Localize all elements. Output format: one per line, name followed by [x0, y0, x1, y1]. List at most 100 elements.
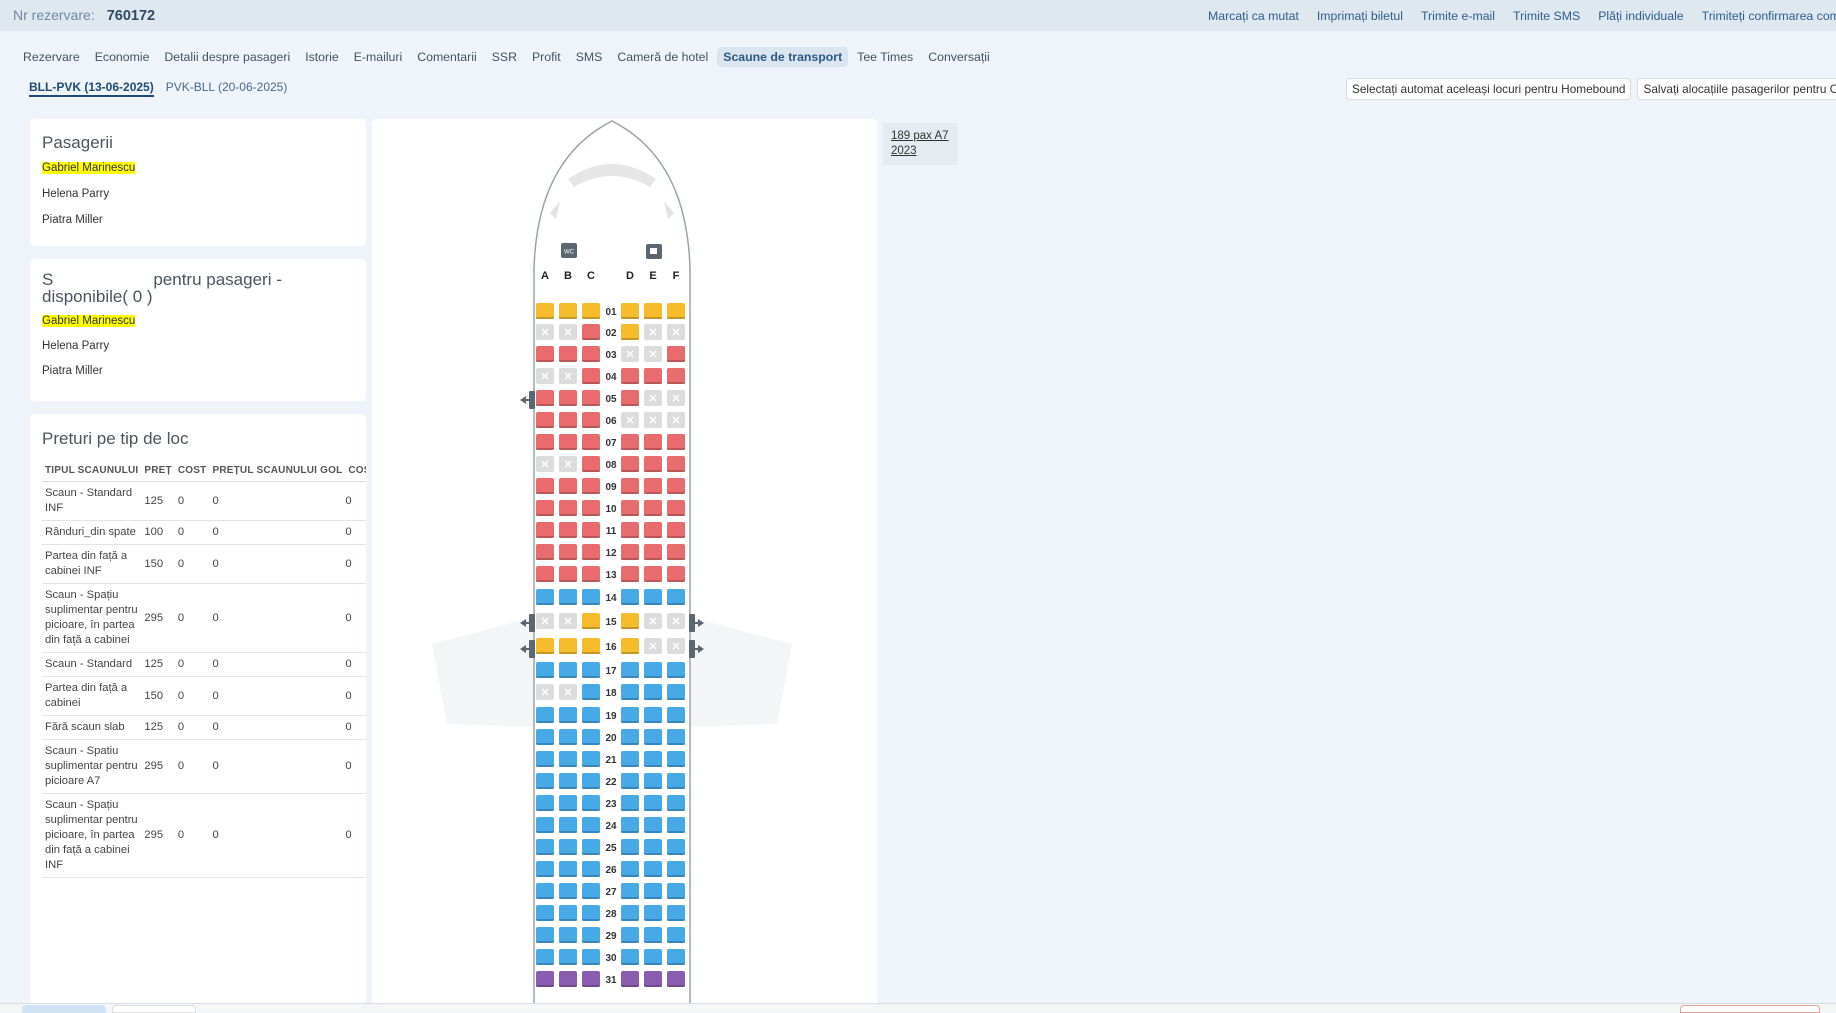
price-row: Scaun - Standard 125 0 0 0 — [42, 652, 366, 677]
row-number: 02 — [605, 328, 617, 339]
seat-back — [667, 558, 685, 560]
seat-back — [621, 919, 639, 921]
seat — [582, 795, 600, 811]
seat-back — [582, 603, 600, 605]
tab-item[interactable]: Tee Times — [851, 47, 919, 67]
top-link[interactable]: Trimiteți confirmarea comenzii — [1702, 9, 1836, 23]
tab-item[interactable]: E-mailuri — [348, 47, 409, 67]
seat — [667, 684, 685, 700]
seat-back — [559, 404, 577, 406]
tab-item[interactable]: Detalii despre pasageri — [158, 47, 296, 67]
tab-item[interactable]: Scaune de transport — [717, 47, 849, 67]
save-allocations-button[interactable]: Salvați alocațiile pasagerilor pentru Ou… — [1637, 78, 1836, 100]
seat — [667, 861, 685, 877]
seat-back — [582, 558, 600, 560]
row-number: 11 — [606, 526, 617, 537]
tab-item[interactable]: SMS — [570, 47, 609, 67]
seat — [667, 971, 685, 987]
seat-back — [667, 470, 685, 472]
seat — [582, 684, 600, 700]
auto-select-button[interactable]: Selectați automat aceleași locuri pentru… — [1346, 78, 1632, 100]
seat-back — [667, 831, 685, 833]
main-tabs: Rezervare Economie Detalii despre pasageri… — [17, 47, 996, 67]
row-number: 10 — [605, 504, 617, 515]
seat-back — [582, 698, 600, 700]
price-cell: 0 — [209, 481, 346, 521]
tab-item[interactable]: Conversații — [922, 47, 996, 67]
prices-title: Preturi pe tip de loc — [42, 429, 189, 448]
row-number: 03 — [605, 350, 617, 361]
seat-back — [536, 963, 554, 965]
tab-item[interactable]: Istorie — [299, 47, 345, 67]
price-cell: 0 — [174, 544, 210, 584]
tab-item[interactable]: Economie — [89, 47, 156, 67]
seat-back — [621, 580, 639, 582]
seat — [559, 478, 577, 494]
tab-item[interactable]: SSR — [486, 47, 523, 67]
passenger-item[interactable]: Gabriel Marinescu — [42, 155, 366, 181]
top-link[interactable]: Imprimați biletul — [1317, 9, 1403, 23]
column-label: F — [673, 270, 680, 282]
seat — [582, 544, 600, 560]
seat — [582, 412, 600, 428]
seat — [644, 949, 662, 965]
seat-back — [621, 470, 639, 472]
seat-back — [621, 382, 639, 384]
passenger-item[interactable]: Gabriel Marinescu — [42, 309, 366, 334]
seat-back — [582, 787, 600, 789]
price-cell: 0 — [345, 715, 366, 740]
seat — [536, 566, 554, 582]
seat — [667, 817, 685, 833]
aircraft-type-link[interactable]: 189 pax A7 2023 — [883, 123, 958, 165]
seat — [621, 589, 639, 605]
tab-item[interactable]: Comentarii — [411, 47, 482, 67]
seat-back — [621, 317, 639, 319]
tab-item[interactable]: Profit — [526, 47, 567, 67]
seat — [621, 795, 639, 811]
passenger-item[interactable]: Piatra Miller — [42, 207, 366, 233]
seat-back — [644, 382, 662, 384]
seat — [559, 817, 577, 833]
tab-item[interactable]: Cameră de hotel — [611, 47, 714, 67]
price-cell: 295 — [141, 793, 175, 878]
seat — [559, 434, 577, 450]
seat-back — [644, 875, 662, 877]
seat-back — [621, 404, 639, 406]
price-cell: 0 — [174, 739, 210, 794]
top-link[interactable]: Trimite SMS — [1513, 9, 1580, 23]
row-number: 15 — [605, 617, 617, 628]
seat-back — [582, 492, 600, 494]
price-row: Scaun - Spațiu suplimentar pentru picioa… — [42, 583, 366, 653]
seat-back — [582, 580, 600, 582]
passenger-item[interactable]: Piatra Miller — [42, 359, 366, 384]
seat — [559, 412, 577, 428]
top-link[interactable]: Marcați ca mutat — [1208, 9, 1299, 23]
top-link[interactable]: Trimite e-mail — [1421, 9, 1495, 23]
top-link[interactable]: Plăți individuale — [1598, 9, 1683, 23]
seat-back — [559, 721, 577, 723]
seat-back — [536, 492, 554, 494]
passenger-item[interactable]: Helena Parry — [42, 181, 366, 207]
tab-item[interactable]: Rezervare — [17, 47, 86, 67]
seat — [582, 773, 600, 789]
subtab-inbound[interactable]: PVK-BLL (20-06-2025) — [166, 80, 288, 97]
seat — [559, 589, 577, 605]
row-number: 24 — [605, 821, 617, 832]
row-number: 19 — [605, 711, 617, 722]
seat-back — [559, 897, 577, 899]
seat-back — [582, 382, 600, 384]
price-cell: 0 — [345, 652, 366, 677]
row-number: 25 — [605, 843, 617, 854]
price-cell: Scaun - Spatiu suplimentar pentru picioa… — [42, 739, 142, 794]
seat — [667, 949, 685, 965]
seat — [536, 390, 554, 406]
seat-back — [621, 514, 639, 516]
seat-back — [667, 448, 685, 450]
subtab-outbound[interactable]: BLL-PVK (13-06-2025) — [29, 80, 154, 97]
passenger-item[interactable]: Helena Parry — [42, 334, 366, 359]
seat-back — [559, 919, 577, 921]
seat-back — [621, 831, 639, 833]
seat-back — [644, 317, 662, 319]
price-cell: 0 — [209, 544, 346, 584]
seat — [582, 839, 600, 855]
